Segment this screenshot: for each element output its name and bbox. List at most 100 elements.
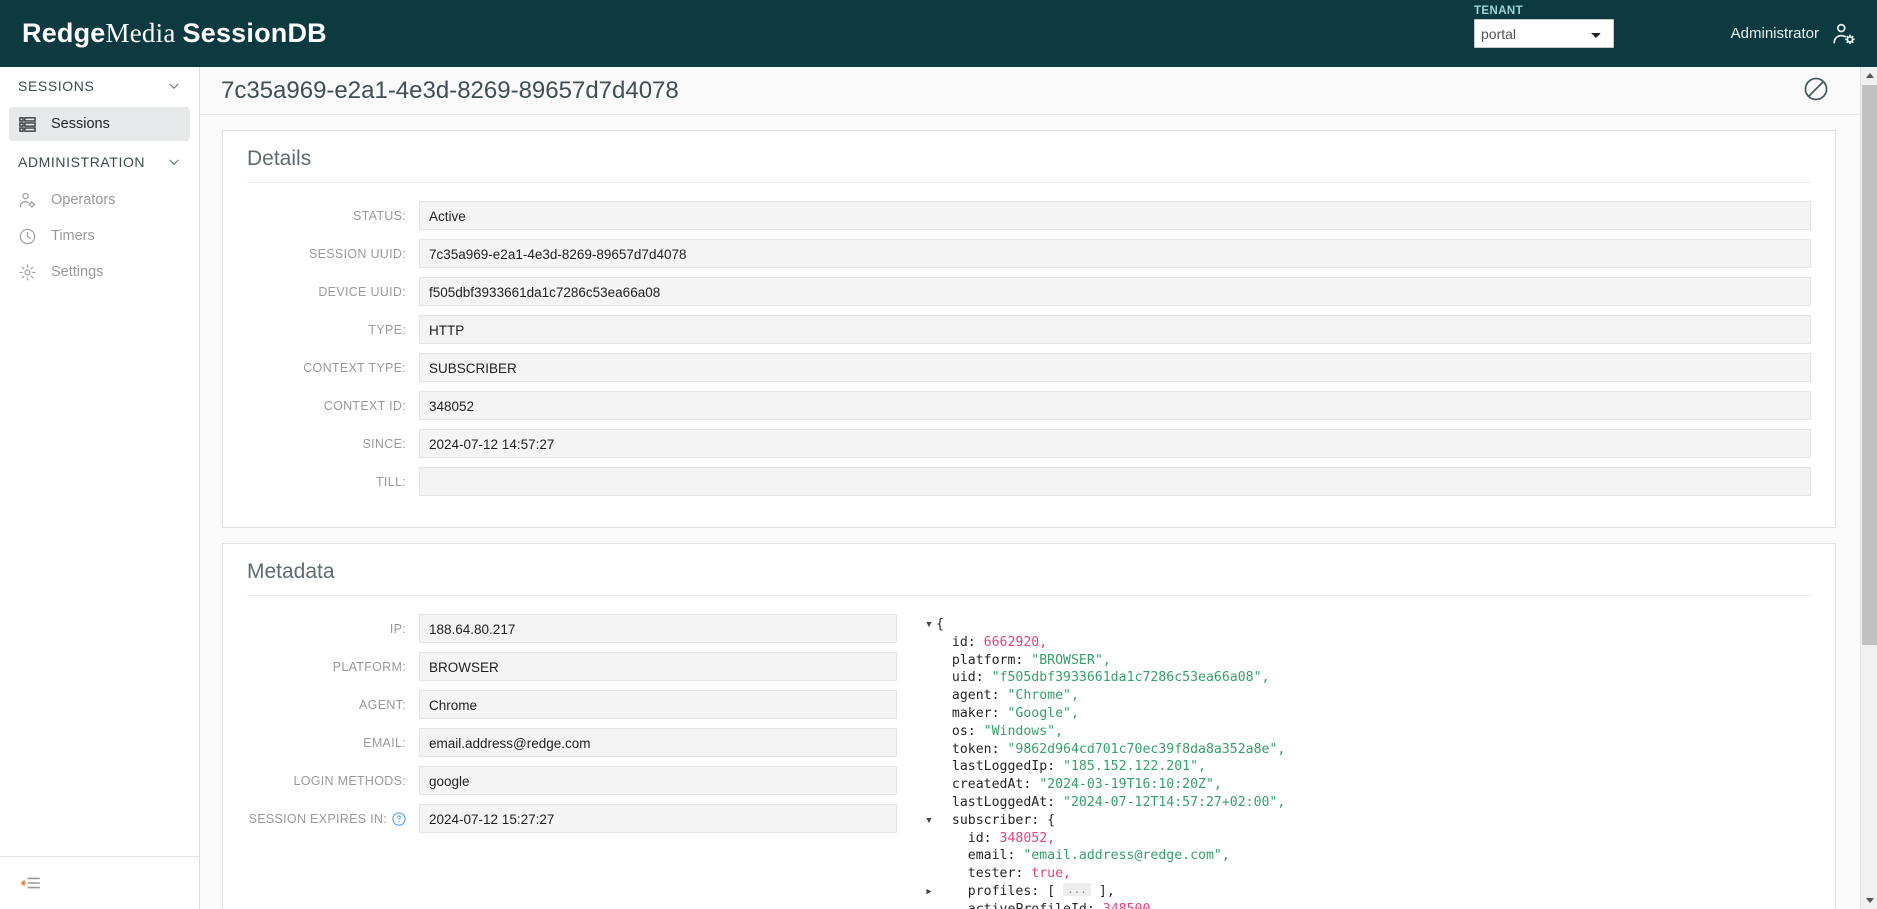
field-value-ip[interactable]: 188.64.80.217 [419, 614, 897, 643]
json-line: ▾{ [925, 616, 1811, 634]
json-value: 6662920, [983, 634, 1048, 650]
field-value-session-uuid[interactable]: 7c35a969-e2a1-4e3d-8269-89657d7d4078 [419, 239, 1811, 268]
info-icon[interactable] [392, 811, 406, 826]
app-logo[interactable]: RedgeMedia SessionDB [22, 18, 327, 49]
triangle-down-icon [1865, 898, 1874, 903]
json-key: id: [967, 830, 1000, 846]
brand-part-1: Redge [22, 18, 106, 48]
tenant-select[interactable]: portal [1474, 19, 1614, 48]
field-label-email: EMAIL: [363, 735, 406, 750]
chevron-down-icon[interactable] [167, 155, 181, 169]
sidebar: SESSIONS Sessions ADMINISTRATION Operato… [0, 67, 200, 909]
field-value-context-type[interactable]: SUBSCRIBER [419, 353, 1811, 382]
field-value-platform[interactable]: BROWSER [419, 652, 897, 681]
user-gear-icon[interactable] [1831, 21, 1857, 47]
sidebar-group-sessions[interactable]: SESSIONS [0, 67, 199, 105]
json-value: "2024-07-12T14:57:27+02:00", [1063, 794, 1286, 810]
field-row-since: SINCE: 2024-07-12 14:57:27 [247, 429, 1811, 458]
json-line-spacer [925, 901, 936, 909]
sidebar-item-settings[interactable]: Settings [9, 255, 190, 289]
field-label-context-type: CONTEXT TYPE: [303, 360, 406, 375]
json-line-spacer [925, 687, 936, 705]
scrollbar-up-button[interactable] [1861, 67, 1877, 84]
field-value-since[interactable]: 2024-07-12 14:57:27 [419, 429, 1811, 458]
json-line-spacer [925, 741, 936, 759]
metadata-card: Metadata IP: 188.64.80.217 PLATFORM: BRO… [222, 543, 1836, 909]
json-line: uid: "f505dbf3933661da1c7286c53ea66a08", [925, 669, 1811, 687]
field-row-type: TYPE: HTTP [247, 315, 1811, 344]
field-value-context-id[interactable]: 348052 [419, 391, 1811, 420]
json-key: profiles: [967, 883, 1048, 899]
json-value: "Google", [1007, 705, 1079, 721]
field-row-platform: PLATFORM: BROWSER [247, 652, 917, 681]
sidebar-group-administration-label: ADMINISTRATION [18, 154, 146, 170]
json-line: activeProfileId: 348500, [925, 901, 1811, 909]
json-value: "185.152.122.201", [1063, 759, 1206, 775]
user-area[interactable]: Administrator [1731, 0, 1857, 67]
json-expand-toggle-icon[interactable]: ▸ [925, 883, 936, 901]
field-value-agent[interactable]: Chrome [419, 690, 897, 719]
sidebar-item-operators[interactable]: Operators [9, 183, 190, 217]
field-label-session-uuid: SESSION UUID: [309, 246, 406, 261]
json-line-spacer [925, 634, 936, 652]
page-title: 7c35a969-e2a1-4e3d-8269-89657d7d4078 [221, 76, 679, 104]
json-line: id: 6662920, [925, 634, 1811, 652]
json-value: "BROWSER", [1031, 652, 1111, 668]
vertical-scrollbar[interactable] [1860, 67, 1877, 909]
prohibited-icon[interactable] [1802, 75, 1830, 103]
field-label-type: TYPE: [368, 322, 406, 337]
json-key: tester: [967, 866, 1032, 882]
field-value-login-methods[interactable]: google [419, 766, 897, 795]
json-line-spacer [925, 794, 936, 812]
field-row-email: EMAIL: email.address@redge.com [247, 728, 917, 757]
json-line: email: "email.address@redge.com", [925, 847, 1811, 865]
metadata-columns: IP: 188.64.80.217 PLATFORM: BROWSER AGEN… [247, 614, 1811, 909]
sidebar-item-operators-label: Operators [51, 192, 116, 208]
metadata-json-viewer[interactable]: ▾{ id: 6662920, platform: "BROWSER", uid… [917, 614, 1811, 909]
scrollbar-thumb[interactable] [1862, 85, 1877, 645]
tenant-selector: TENANT portal [1474, 5, 1614, 48]
json-line-spacer [925, 669, 936, 687]
field-value-email[interactable]: email.address@redge.com [419, 728, 897, 757]
field-row-device-uuid: DEVICE UUID: f505dbf3933661da1c7286c53ea… [247, 277, 1811, 306]
field-label-session-expires-in: SESSION EXPIRES IN: [247, 812, 419, 826]
json-line-spacer [925, 723, 936, 741]
json-line: lastLoggedAt: "2024-07-12T14:57:27+02:00… [925, 794, 1811, 812]
json-line: maker: "Google", [925, 705, 1811, 723]
field-value-type[interactable]: HTTP [419, 315, 1811, 344]
json-key: subscriber: [951, 812, 1048, 828]
sidebar-item-timers[interactable]: Timers [9, 219, 190, 253]
json-collapsed-ellipsis[interactable]: ... [1063, 882, 1091, 896]
json-line: lastLoggedIp: "185.152.122.201", [925, 758, 1811, 776]
chevron-down-icon[interactable] [167, 79, 181, 93]
json-line-spacer [925, 865, 936, 883]
field-row-agent: AGENT: Chrome [247, 690, 917, 719]
list-icon [18, 115, 37, 134]
field-value-till[interactable] [419, 467, 1811, 496]
json-key: maker: [951, 705, 1008, 721]
json-collapse-toggle-icon[interactable]: ▾ [925, 812, 936, 830]
collapse-sidebar-icon[interactable] [20, 872, 42, 894]
json-collapse-toggle-icon[interactable]: ▾ [925, 616, 936, 634]
field-value-session-expires-in[interactable]: 2024-07-12 15:27:27 [419, 804, 897, 833]
json-line: os: "Windows", [925, 723, 1811, 741]
field-value-status[interactable]: Active [419, 201, 1811, 230]
json-value: { [936, 617, 944, 632]
scrollbar-down-button[interactable] [1861, 892, 1877, 909]
user-gear-icon [18, 191, 37, 210]
sidebar-group-administration[interactable]: ADMINISTRATION [0, 143, 199, 181]
user-name: Administrator [1730, 25, 1819, 42]
json-key: token: [951, 741, 1008, 757]
field-row-ip: IP: 188.64.80.217 [247, 614, 917, 643]
field-value-device-uuid[interactable]: f505dbf3933661da1c7286c53ea66a08 [419, 277, 1811, 306]
json-value: "email.address@redge.com", [1023, 848, 1230, 864]
sidebar-footer [0, 856, 199, 909]
json-line-spacer [925, 705, 936, 723]
sidebar-item-sessions[interactable]: Sessions [9, 107, 190, 141]
details-fields: STATUS: Active SESSION UUID: 7c35a969-e2… [247, 201, 1811, 496]
